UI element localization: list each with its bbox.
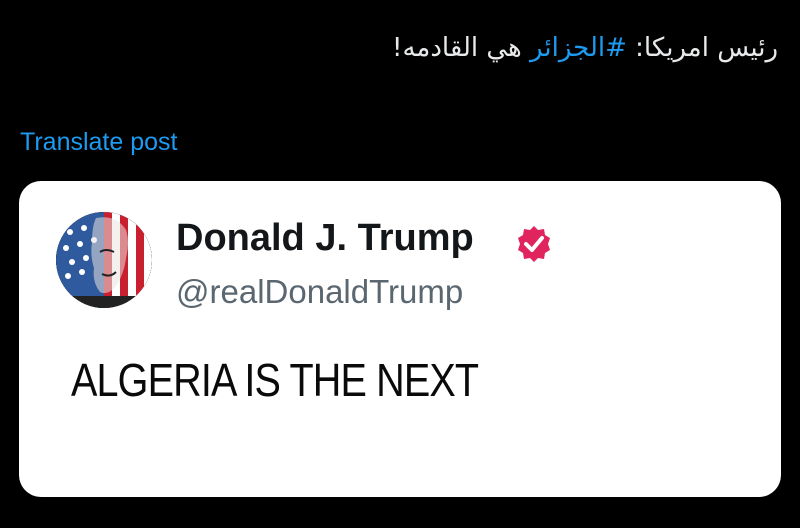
- verified-badge-icon: [518, 226, 550, 262]
- avatar[interactable]: [56, 212, 152, 308]
- user-handle[interactable]: @realDonaldTrump: [176, 273, 463, 311]
- hashtag-link[interactable]: #الجزائر: [530, 33, 627, 63]
- quoted-post-body: ALGERIA IS THE NEXT: [71, 354, 479, 406]
- display-name[interactable]: Donald J. Trump: [176, 217, 474, 260]
- post-text-after: هي القادمه!: [392, 33, 531, 63]
- translate-post-link[interactable]: Translate post: [20, 128, 177, 157]
- quoted-post-card[interactable]: Donald J. Trump @realDonaldTrump ALGERIA…: [19, 181, 781, 497]
- post-text-before: رئيس امريكا:: [626, 33, 778, 63]
- american-flag-face-avatar-icon: [56, 212, 152, 308]
- post-text: رئيس امريكا: #الجزائر هي القادمه!: [38, 26, 778, 70]
